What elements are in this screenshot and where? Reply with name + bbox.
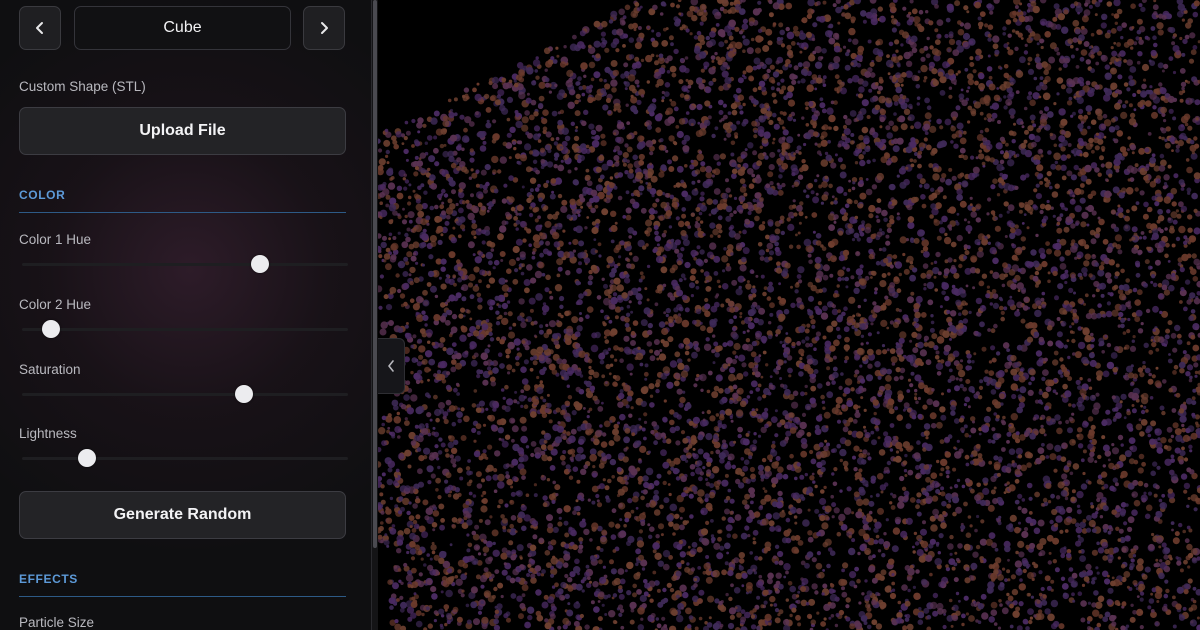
color1-hue-label: Color 1 Hue [19, 232, 92, 247]
slider-thumb[interactable] [78, 449, 97, 467]
generate-random-button[interactable]: Generate Random [19, 491, 346, 539]
prev-shape-button[interactable] [19, 6, 61, 50]
color1-hue-slider[interactable] [22, 254, 348, 274]
shape-name-display: Cube [74, 6, 291, 50]
chevron-left-icon [36, 22, 43, 34]
slider-thumb[interactable] [42, 320, 61, 338]
upload-file-button[interactable]: Upload File [19, 107, 346, 155]
lightness-slider[interactable] [22, 448, 348, 468]
particle-field [378, 0, 1200, 630]
slider-track [22, 393, 348, 396]
next-shape-button[interactable] [303, 6, 345, 50]
particle-size-label: Particle Size [19, 615, 95, 630]
custom-shape-label: Custom Shape (STL) [19, 79, 146, 94]
slider-track [22, 328, 348, 331]
chevron-right-icon [321, 22, 328, 34]
slider-thumb[interactable] [234, 385, 253, 403]
chevron-left-icon [388, 360, 394, 372]
saturation-label: Saturation [19, 362, 81, 377]
saturation-slider[interactable] [22, 384, 348, 404]
collapse-panel-button[interactable] [378, 338, 405, 394]
effects-section-divider [19, 596, 346, 597]
color2-hue-label: Color 2 Hue [19, 297, 92, 312]
panel-scrollbar[interactable] [372, 0, 378, 630]
effects-section-title: EFFECTS [19, 572, 78, 586]
lightness-label: Lightness [19, 426, 77, 441]
scrollbar-thumb[interactable] [373, 0, 377, 548]
color2-hue-slider[interactable] [22, 319, 348, 339]
slider-track [22, 457, 348, 460]
particle-canvas[interactable] [378, 0, 1200, 630]
slider-thumb[interactable] [250, 255, 269, 273]
color-section-divider [19, 212, 346, 213]
control-panel: Cube Custom Shape (STL) Upload File COLO… [0, 0, 372, 630]
color-section-title: COLOR [19, 188, 66, 202]
slider-track [22, 263, 348, 266]
